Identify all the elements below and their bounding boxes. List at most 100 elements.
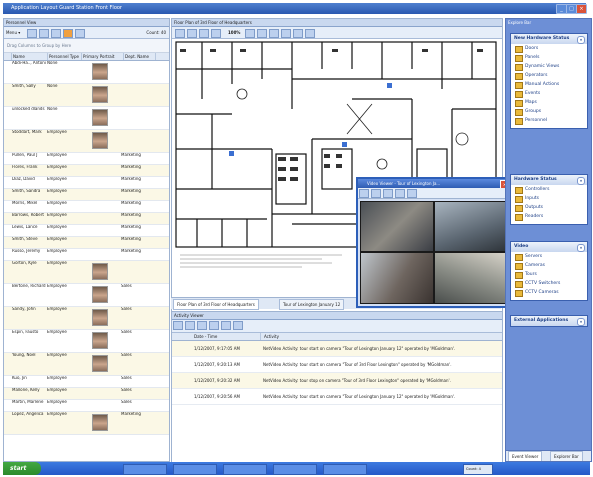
sort-icon[interactable] [173,321,183,330]
collapse-icon[interactable]: « [577,36,585,44]
explorer-item[interactable]: Events [511,89,587,98]
explorer-item[interactable]: Maps [511,98,587,107]
explorer-item[interactable]: Operators [511,71,587,80]
table-row[interactable]: Bertone, Richard Employee Sales [4,284,169,307]
list-item[interactable]: 1/12/2007, 9:20:13 AM NetVideo Activity: … [172,357,502,373]
video-window-titlebar[interactable]: Video Viewer - Tour of Lexington Ja... × [358,179,510,188]
explorer-item[interactable]: Cameras [511,261,587,270]
tab-floor-plan[interactable]: Floor Plan of 3rd Floor of Headquarters [173,299,259,310]
table-row[interactable]: Diaz, David Employee Marketing [4,177,169,189]
col-dept[interactable]: Dept. Name [124,53,156,60]
explorer-item[interactable]: Groups [511,107,587,116]
camera-icon[interactable] [281,29,291,38]
tab-event-viewer[interactable]: Event Viewer [508,451,543,461]
explorer-item[interactable]: Controllers [511,185,587,194]
table-row[interactable]: Smith, Sally None [4,84,169,107]
table-row[interactable]: Abdi-Ha.., Antonio None [4,61,169,84]
open-icon[interactable] [39,29,49,38]
select-icon[interactable] [175,29,185,38]
table-row[interactable]: Flores, Frank Employee Marketing [4,165,169,177]
tab-tour-lexington[interactable]: Tour of Lexington January 12 [279,299,345,310]
refresh-icon[interactable] [269,29,279,38]
new-icon[interactable] [27,29,37,38]
list-item[interactable]: 1/12/2007, 9:20:56 AM NetVideo Activity: … [172,389,502,405]
camera-feed-3[interactable] [360,252,434,304]
export-icon[interactable] [221,321,231,330]
filter-icon[interactable] [75,29,85,38]
explorer-item[interactable]: Dynamic Views [511,62,587,71]
explorer-item[interactable]: Manual Actions [511,80,587,89]
table-row[interactable]: Espin, Fausto Employee Sales [4,330,169,353]
table-row[interactable]: Mallone, Kelly Employee Sales [4,388,169,400]
explorer-item[interactable]: Servers [511,252,587,261]
table-row[interactable]: unlocked dlands None [4,107,169,130]
stop-icon[interactable] [383,189,393,198]
explorer-section-header[interactable]: New Hardware Status « [511,34,587,44]
explorer-item[interactable]: Personnel [511,116,587,125]
play-icon[interactable] [359,189,369,198]
col-primary-portrait[interactable]: Primary Portrait [82,53,124,60]
table-row[interactable]: Lewis, Lance Employee Marketing [4,225,169,237]
table-row[interactable]: Smith, Sandra Employee Marketing [4,189,169,201]
taskbar-app-1[interactable] [123,464,167,475]
camera-feed-2[interactable] [434,201,508,252]
camera-feed-4[interactable] [434,252,508,304]
zoom-level[interactable]: 100% [228,30,240,35]
table-row[interactable]: Sandy, John Employee Sales [4,307,169,330]
snapshot-icon[interactable] [407,189,417,198]
collapse-icon[interactable]: « [577,244,585,252]
table-row[interactable]: Lopez, Angelica Employee Marketing [4,412,169,435]
explorer-item[interactable]: Tours [511,270,587,279]
menu-dropdown[interactable]: Menu ▾ [6,30,20,35]
table-row[interactable]: Russo, Jeremy Employee Marketing [4,249,169,261]
collapse-icon[interactable]: « [577,318,585,326]
door-icon[interactable] [293,29,303,38]
down-icon[interactable] [197,321,207,330]
table-row[interactable]: Pullen, Paul J Employee Marketing [4,153,169,165]
explorer-item[interactable]: Doors [511,44,587,53]
group-icon[interactable] [63,29,73,38]
clear-icon[interactable] [209,321,219,330]
col-personnel-type[interactable]: Personnel Type [48,53,82,60]
table-row[interactable]: Stoddart, Mark Employee [4,130,169,153]
table-row[interactable]: Young, Noel Employee Sales [4,353,169,376]
start-button[interactable]: start [3,462,41,475]
camera-feed-1[interactable] [360,201,434,252]
tab-explorer-bar[interactable]: Explorer Bar [550,451,583,461]
taskbar-app-3[interactable] [223,464,267,475]
explorer-section-header[interactable]: Video « [511,242,587,252]
video-viewer-window[interactable]: Video Viewer - Tour of Lexington Ja... × [356,177,512,308]
taskbar-app-2[interactable] [173,464,217,475]
taskbar-app-4[interactable] [273,464,317,475]
explorer-item[interactable]: Readers [511,212,587,221]
print-icon[interactable] [233,321,243,330]
layout-icon[interactable] [395,189,405,198]
explorer-section-header[interactable]: External Applications « [511,316,587,326]
explorer-item[interactable]: Outputs [511,203,587,212]
col-activity[interactable]: Activity [261,333,502,340]
list-item[interactable]: 1/12/2007, 9:20:32 AM NetVideo Activity: … [172,373,502,389]
pause-icon[interactable] [371,189,381,198]
table-row[interactable]: Morris, Mikel Employee Marketing [4,201,169,213]
col-name[interactable]: Name [12,53,48,60]
table-row[interactable]: Gorton, Kyle Employee [4,261,169,284]
explorer-item[interactable]: Inputs [511,194,587,203]
close-button[interactable]: × [576,4,587,14]
explorer-item[interactable]: CCTV Switchers [511,279,587,288]
explorer-item[interactable]: Panels [511,53,587,62]
table-row[interactable]: Kuo, Jin Employee Sales [4,376,169,388]
pan-icon[interactable] [187,29,197,38]
zoom-out-icon[interactable] [211,29,221,38]
taskbar-app-5[interactable] [323,464,367,475]
zoom-in-icon[interactable] [199,29,209,38]
table-row[interactable]: Smith, Steve Employee Marketing [4,237,169,249]
up-icon[interactable] [185,321,195,330]
explorer-section-header[interactable]: Hardware Status « [511,175,587,185]
table-row[interactable]: Martin, Marlene Employee Sales [4,400,169,412]
explorer-item[interactable]: CCTV Cameras [511,288,587,297]
settings-icon[interactable] [305,29,315,38]
print-icon[interactable] [51,29,61,38]
list-item[interactable]: 1/12/2007, 9:17:05 AM NetVideo Activity: … [172,341,502,357]
collapse-icon[interactable]: « [577,177,585,185]
layers-icon[interactable] [257,29,267,38]
